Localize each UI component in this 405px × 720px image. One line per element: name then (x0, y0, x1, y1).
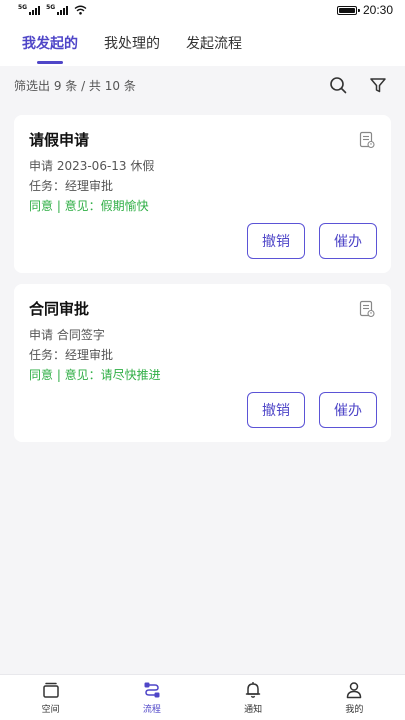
nav-item-mine[interactable]: 我的 (319, 680, 389, 715)
flow-icon (144, 682, 160, 698)
battery-icon (336, 5, 360, 15)
urge-button[interactable]: 催办 (319, 223, 377, 259)
nav-item-notify[interactable]: 通知 (218, 680, 288, 715)
apply-line: 申请 2023-06-13 休假 (29, 159, 155, 173)
nav-label: 通知 (244, 705, 263, 715)
space-icon (42, 682, 59, 698)
nav-item-flow[interactable]: 流程 (117, 680, 187, 715)
nav-label: 流程 (142, 705, 161, 715)
card-title: 请假申请 (29, 131, 90, 149)
task-line: 任务：经理审批 (29, 348, 114, 362)
bottom-nav: 空间 流程 通知 我的 (0, 674, 405, 720)
urge-button[interactable]: 催办 (319, 392, 377, 428)
wifi-icon (74, 5, 87, 15)
nav-label: 空间 (41, 705, 60, 715)
signal-tag: 5G (46, 4, 56, 11)
filter-summary: 筛选出 9 条 / 共 10 条 (14, 78, 136, 93)
person-icon (347, 682, 362, 699)
status-time: 20:30 (362, 3, 393, 17)
filter-actions (327, 74, 389, 96)
document-icon[interactable] (359, 300, 375, 318)
task-line: 任务：经理审批 (29, 179, 114, 193)
tab-handled[interactable]: 我处理的 (104, 20, 160, 66)
card-actions: 撤销 催办 (247, 223, 377, 259)
signal-icon: 5G (46, 4, 69, 15)
tab-start-process[interactable]: 发起流程 (186, 20, 242, 66)
revoke-button[interactable]: 撤销 (247, 392, 305, 428)
status-signals: 5G 5G (18, 5, 87, 15)
signal-icon: 5G (18, 4, 41, 15)
card-title: 合同审批 (29, 300, 90, 318)
bell-icon (245, 682, 261, 698)
document-icon[interactable] (359, 131, 375, 149)
apply-line: 申请 合同签字 (29, 328, 105, 342)
tab-bar: 我发起的 我处理的 发起流程 (0, 20, 405, 66)
process-card[interactable]: 合同审批 申请 合同签字 任务：经理审批 同意 | 意见：请尽快推进 撤销 催办 (14, 284, 391, 442)
search-icon[interactable] (327, 74, 349, 96)
status-right: 20:30 (336, 3, 393, 17)
opinion-line: 同意 | 意见：请尽快推进 (29, 368, 161, 382)
revoke-button[interactable]: 撤销 (247, 223, 305, 259)
signal-tag: 5G (18, 4, 28, 11)
opinion-line: 同意 | 意见：假期愉快 (29, 199, 149, 213)
filter-icon[interactable] (367, 74, 389, 96)
tab-initiated[interactable]: 我发起的 (22, 20, 78, 66)
filter-bar: 筛选出 9 条 / 共 10 条 (0, 66, 405, 104)
process-card[interactable]: 请假申请 申请 2023-06-13 休假 任务：经理审批 同意 | 意见：假期… (14, 115, 391, 273)
nav-label: 我的 (345, 705, 364, 715)
nav-item-space[interactable]: 空间 (16, 680, 86, 715)
status-bar: 5G 5G 20:30 (0, 0, 405, 20)
card-actions: 撤销 催办 (247, 392, 377, 428)
